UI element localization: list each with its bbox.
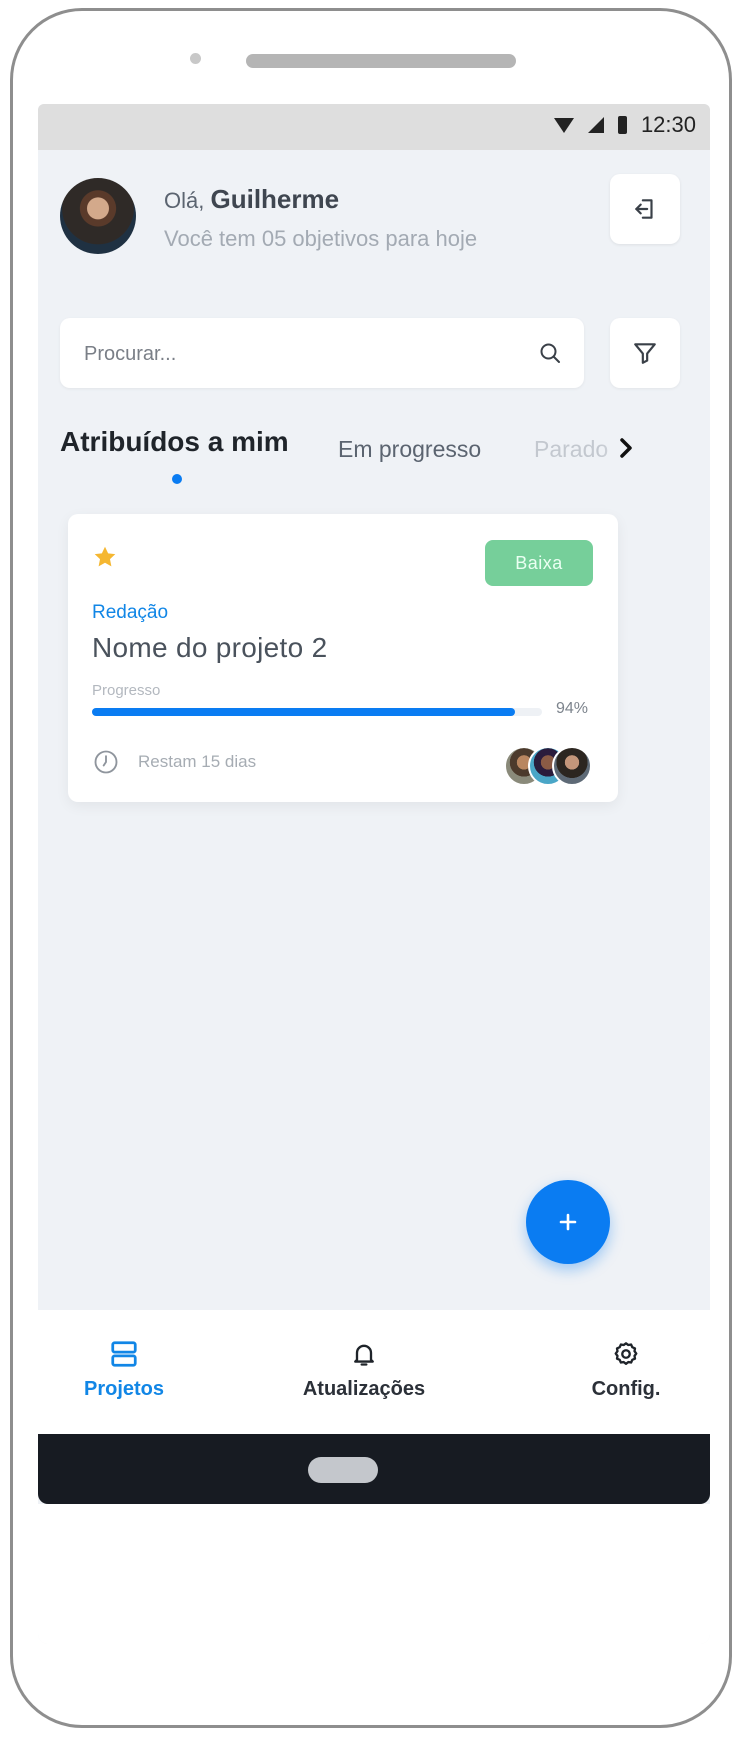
chevron-right-icon[interactable]	[618, 436, 634, 460]
projects-icon	[111, 1341, 137, 1367]
signal-icon	[587, 117, 604, 133]
daily-goals-subtitle: Você tem 05 objetivos para hoje	[164, 226, 478, 251]
days-remaining: Restam 15 dias	[138, 752, 257, 771]
progress-bar	[92, 708, 542, 716]
filter-icon	[634, 343, 656, 364]
system-navigation-bar	[38, 1434, 710, 1504]
phone-chin	[38, 1504, 710, 1644]
progress-bar-fill	[92, 708, 515, 716]
clock-icon	[94, 750, 118, 774]
battery-icon	[617, 116, 627, 134]
status-time: 12:30	[640, 112, 696, 137]
earpiece-speaker	[246, 54, 516, 68]
user-name: Guilherme	[210, 184, 340, 214]
bottom-navigation: Projetos Atualizações Config.	[38, 1310, 710, 1434]
search-input[interactable]	[82, 318, 506, 390]
greeting: Olá, Guilherme	[164, 184, 339, 215]
nav-settings[interactable]: Config.	[536, 1334, 710, 1401]
greeting-prefix: Olá,	[164, 188, 205, 213]
nav-projects-label: Projetos	[83, 1378, 165, 1400]
add-project-button[interactable]	[526, 1180, 610, 1264]
home-button[interactable]	[308, 1457, 378, 1483]
priority-badge: Baixa	[485, 540, 593, 586]
project-title: Nome do projeto 2	[92, 632, 328, 663]
nav-updates-label: Atualizações	[302, 1378, 426, 1400]
logout-button[interactable]	[610, 174, 680, 244]
bell-icon	[354, 1344, 374, 1366]
nav-updates[interactable]: Atualizações	[274, 1334, 454, 1401]
nav-projects[interactable]: Projetos	[38, 1334, 214, 1401]
progress-label: Progresso	[92, 682, 161, 699]
wifi-icon	[553, 117, 574, 133]
search-icon[interactable]	[538, 341, 562, 365]
project-category: Redação	[92, 602, 169, 623]
project-card[interactable]: Baixa Redação Nome do projeto 2 Progress…	[68, 514, 618, 802]
plus-icon	[559, 1213, 577, 1231]
progress-percent: 94%	[556, 700, 589, 717]
member-avatar	[552, 746, 592, 786]
gear-icon	[614, 1342, 638, 1365]
active-tab-indicator	[172, 474, 182, 484]
filter-button[interactable]	[610, 318, 680, 388]
status-bar: 12:30	[38, 104, 710, 150]
front-camera	[190, 53, 201, 64]
app-screen: 12:30 Olá, Guilherme Você tem 05 objetiv…	[38, 104, 710, 1644]
user-avatar[interactable]	[60, 178, 136, 254]
nav-settings-label: Config.	[591, 1378, 661, 1400]
member-avatars[interactable]	[504, 746, 604, 786]
star-icon[interactable]	[92, 544, 118, 570]
logout-icon	[635, 199, 653, 219]
search-bar	[60, 318, 584, 390]
tab-in-progress[interactable]: Em progresso	[338, 436, 481, 463]
tab-assigned-to-me[interactable]: Atribuídos a mim	[60, 426, 289, 458]
